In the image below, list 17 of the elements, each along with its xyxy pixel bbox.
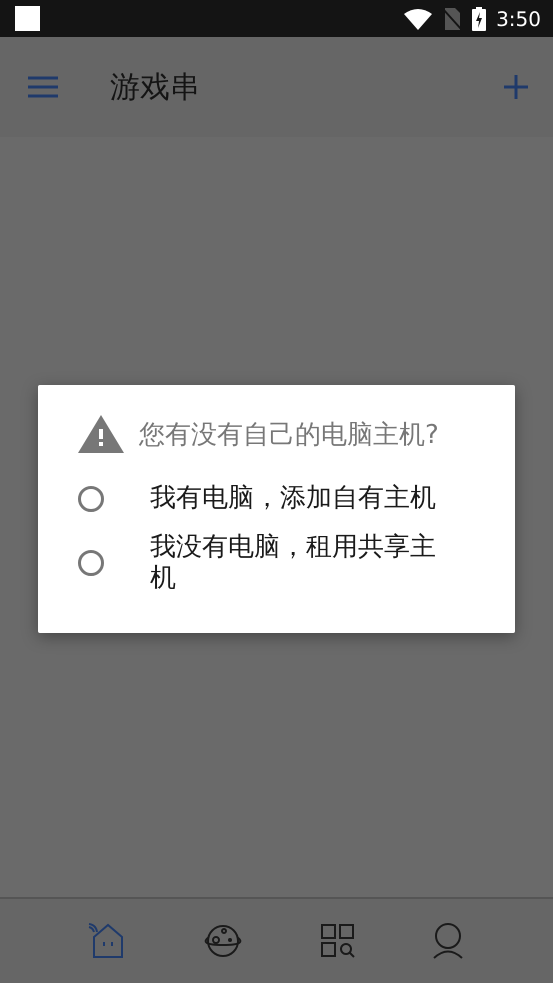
wifi-icon	[404, 8, 432, 30]
warning-icon	[78, 415, 124, 453]
no-sim-icon	[442, 6, 462, 30]
person-icon[interactable]	[431, 923, 466, 959]
add-icon[interactable]	[504, 75, 528, 99]
home-icon[interactable]	[88, 923, 124, 959]
app-title: 游戏串	[110, 68, 201, 106]
status-time: 3:50	[496, 6, 541, 30]
radio-button[interactable]	[78, 486, 104, 512]
radio-button[interactable]	[78, 550, 104, 576]
notification-icon	[15, 6, 40, 31]
apps-search-icon[interactable]	[321, 924, 356, 958]
menu-icon[interactable]	[28, 76, 58, 98]
battery-charging-icon	[472, 6, 486, 30]
dialog-title: 您有没有自己的电脑主机?	[139, 418, 439, 452]
option-label[interactable]: 我有电脑，添加自有主机	[150, 483, 450, 514]
option-label[interactable]: 我没有电脑，租用共享主机	[150, 532, 450, 595]
